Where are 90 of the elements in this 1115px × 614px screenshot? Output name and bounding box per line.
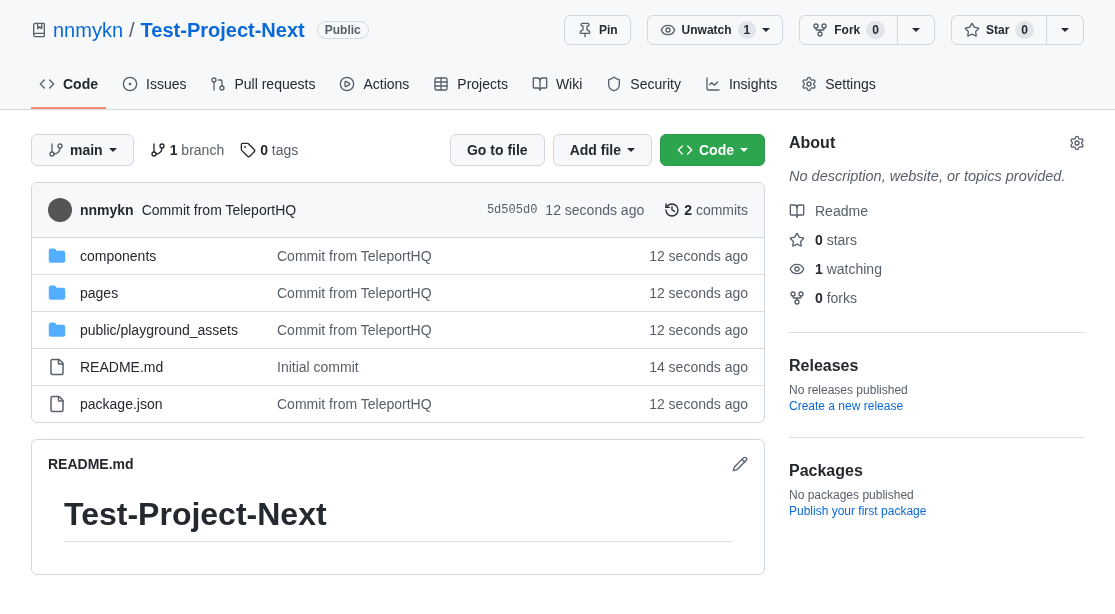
- readme-heading: Test-Project-Next: [64, 496, 732, 542]
- nav-tab[interactable]: Insights: [696, 60, 786, 109]
- repo-icon: [31, 22, 47, 38]
- commit-time: 12 seconds ago: [545, 202, 645, 218]
- file-name[interactable]: pages: [80, 285, 277, 301]
- count-label: 0: [1015, 21, 1034, 39]
- repo-name-link[interactable]: Test-Project-Next: [140, 18, 305, 42]
- about-link[interactable]: 0 forks: [789, 287, 1085, 308]
- branch-icon: [149, 142, 166, 158]
- eye-icon: [659, 22, 676, 38]
- pencil-icon: [732, 456, 748, 472]
- file-icon: [48, 395, 66, 413]
- settings-icon: [801, 75, 818, 92]
- folder-icon: [48, 247, 66, 265]
- star-icon: [789, 231, 805, 248]
- file-name[interactable]: public/playground_assets: [80, 322, 277, 338]
- chart-icon: [704, 75, 721, 92]
- star-icon: [963, 22, 980, 38]
- commit-message[interactable]: Commit from TeleportHQ: [277, 322, 650, 338]
- folder-icon: [48, 321, 66, 339]
- caret-icon: [108, 148, 117, 152]
- file-time: 12 seconds ago: [649, 285, 748, 301]
- circle-dot-icon: [122, 75, 138, 92]
- history-icon: [664, 202, 681, 218]
- caret-icon: [911, 28, 920, 32]
- section-title: Packages: [789, 462, 864, 480]
- commit-message[interactable]: Initial commit: [277, 359, 650, 375]
- commit-message[interactable]: Commit from TeleportHQ: [277, 285, 650, 301]
- commits-link[interactable]: 2 commits: [664, 202, 748, 218]
- owner-link[interactable]: nnmykn: [53, 18, 124, 42]
- file-name[interactable]: package.json: [80, 396, 277, 412]
- fork-icon: [812, 22, 829, 38]
- about-link[interactable]: 0 stars: [789, 229, 1085, 250]
- pull-request-icon: [210, 75, 227, 92]
- commit-message[interactable]: Commit from TeleportHQ: [141, 202, 479, 218]
- create-release-link[interactable]: Create a new release: [789, 399, 1085, 413]
- publish-package-link[interactable]: Publish your first package: [789, 504, 1085, 518]
- toolbar-button[interactable]: Add file: [552, 134, 652, 166]
- avatar: [48, 198, 72, 222]
- tag-icon: [240, 142, 257, 158]
- section-title: About: [789, 134, 836, 152]
- releases-note: No releases published: [789, 383, 909, 397]
- settings-icon[interactable]: [1069, 135, 1085, 151]
- section-title: Releases: [789, 357, 860, 375]
- file-name[interactable]: components: [80, 248, 277, 264]
- code-icon: [677, 142, 693, 158]
- nav-tab[interactable]: Settings: [793, 60, 884, 109]
- count-label: 1: [737, 21, 757, 39]
- repo-action-button[interactable]: Pin: [564, 16, 630, 44]
- about-description: No description, website, or topics provided.: [789, 168, 1067, 184]
- file-name[interactable]: README.md: [80, 359, 277, 375]
- caret-icon: [740, 148, 748, 152]
- branch-select[interactable]: main: [31, 134, 134, 166]
- table-icon: [433, 75, 450, 92]
- nav-tab[interactable]: Issues: [114, 60, 195, 109]
- file-time: 12 seconds ago: [649, 322, 748, 338]
- count-label: 0: [866, 21, 885, 39]
- nav-tab[interactable]: Pull requests: [202, 60, 324, 109]
- branches-link[interactable]: 1 branch: [149, 142, 225, 158]
- commit-sha[interactable]: 5d505d0: [486, 203, 538, 217]
- file-time: 12 seconds ago: [649, 396, 748, 412]
- book-icon: [789, 202, 805, 219]
- nav-tab[interactable]: Actions: [331, 60, 418, 109]
- toolbar-button[interactable]: Go to file: [450, 134, 545, 166]
- readme-filename: README.md: [48, 456, 134, 472]
- file-icon: [48, 358, 66, 376]
- play-icon: [339, 75, 356, 92]
- commit-message[interactable]: Commit from TeleportHQ: [277, 248, 650, 264]
- caret-icon: [1061, 28, 1069, 32]
- caret-icon: [762, 28, 771, 32]
- shield-icon: [606, 75, 623, 92]
- file-time: 14 seconds ago: [649, 359, 748, 375]
- tags-link[interactable]: 0 tags: [240, 142, 299, 158]
- caret-icon: [627, 148, 635, 152]
- folder-icon: [48, 284, 66, 302]
- nav-tab[interactable]: Wiki: [523, 60, 591, 109]
- branch-icon: [48, 142, 64, 158]
- fork-icon: [789, 289, 805, 306]
- packages-note: No packages published: [789, 488, 915, 502]
- nav-tab[interactable]: Security: [598, 60, 689, 109]
- commit-author[interactable]: nnmykn: [80, 202, 134, 218]
- about-link[interactable]: 1 watching: [789, 258, 1085, 279]
- about-link[interactable]: Readme: [789, 200, 1085, 221]
- nav-tab[interactable]: Code: [31, 60, 106, 109]
- book-icon: [531, 75, 548, 92]
- path-separator: /: [129, 18, 135, 42]
- file-time: 12 seconds ago: [649, 248, 748, 264]
- commit-message[interactable]: Commit from TeleportHQ: [277, 396, 650, 412]
- repo-action-button[interactable]: Unwatch 1: [647, 16, 783, 44]
- nav-tab[interactable]: Projects: [425, 60, 516, 109]
